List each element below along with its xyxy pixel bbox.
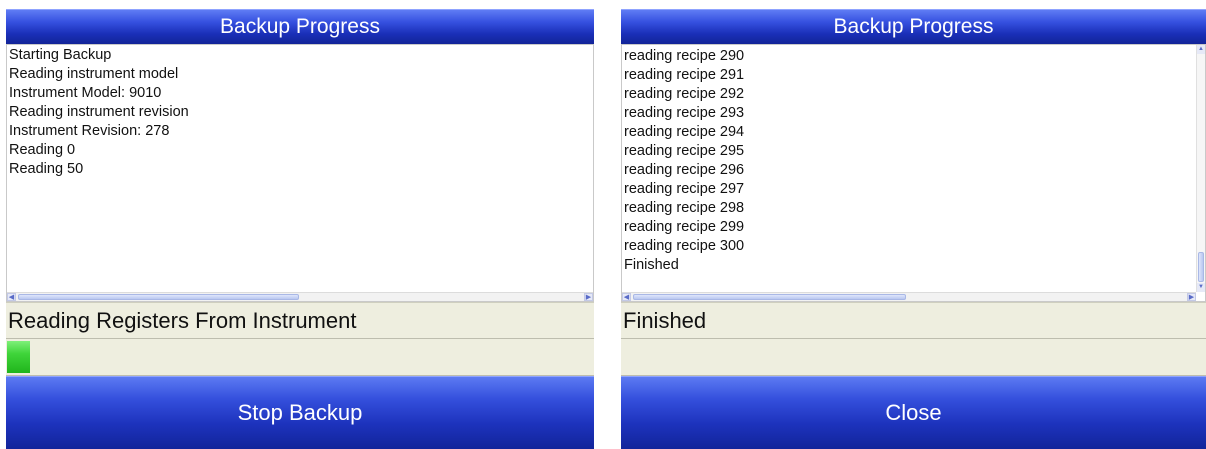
stop-backup-button[interactable]: Stop Backup: [6, 376, 594, 449]
log-line: Reading instrument revision: [9, 104, 189, 120]
log-lines: Starting Backup Reading instrument model…: [9, 46, 189, 179]
horizontal-scroll-thumb[interactable]: [633, 294, 906, 300]
log-line: Reading 0: [9, 142, 76, 158]
log-line: Finished: [624, 257, 679, 273]
log-lines: reading recipe 290 reading recipe 291 re…: [624, 47, 744, 275]
log-line: Instrument Revision: 278: [9, 123, 170, 139]
scroll-right-arrow-icon[interactable]: ▶: [584, 293, 593, 301]
log-line: reading recipe 292: [624, 86, 745, 102]
log-line: reading recipe 290: [624, 48, 745, 64]
scroll-down-arrow-icon[interactable]: ▼: [1197, 283, 1205, 292]
log-line: Reading instrument model: [9, 66, 179, 82]
log-box[interactable]: reading recipe 290 reading recipe 291 re…: [621, 44, 1206, 302]
log-line: reading recipe 298: [624, 200, 745, 216]
progress-bar: [6, 339, 594, 376]
panel-title: Backup Progress: [621, 9, 1206, 44]
log-line: reading recipe 293: [624, 105, 745, 121]
close-button[interactable]: Close: [621, 376, 1206, 449]
vertical-scroll-thumb[interactable]: [1198, 252, 1204, 282]
log-line: Reading 50: [9, 161, 84, 177]
log-line: reading recipe 294: [624, 124, 745, 140]
log-line: reading recipe 297: [624, 181, 745, 197]
scroll-left-arrow-icon[interactable]: ◀: [7, 293, 16, 301]
backup-progress-panel-right: Backup Progress reading recipe 290 readi…: [621, 0, 1206, 449]
log-line: reading recipe 300: [624, 238, 745, 254]
log-line: Instrument Model: 9010: [9, 85, 162, 101]
horizontal-scrollbar[interactable]: ◀ ▶: [622, 292, 1196, 301]
scroll-up-arrow-icon[interactable]: ▲: [1197, 45, 1205, 54]
scroll-right-arrow-icon[interactable]: ▶: [1187, 293, 1196, 301]
progress-bar-fill: [7, 341, 30, 373]
log-line: reading recipe 295: [624, 143, 745, 159]
log-line: reading recipe 296: [624, 162, 745, 178]
horizontal-scrollbar[interactable]: ◀ ▶: [7, 292, 593, 301]
progress-bar: [621, 339, 1206, 376]
horizontal-scroll-thumb[interactable]: [18, 294, 299, 300]
log-line: Starting Backup: [9, 47, 112, 63]
backup-progress-panel-left: Backup Progress Starting Backup Reading …: [6, 0, 594, 449]
status-text: Reading Registers From Instrument: [6, 302, 594, 339]
status-text: Finished: [621, 302, 1206, 339]
scroll-left-arrow-icon[interactable]: ◀: [622, 293, 631, 301]
panel-title: Backup Progress: [6, 9, 594, 44]
log-line: reading recipe 291: [624, 67, 745, 83]
log-line: reading recipe 299: [624, 219, 745, 235]
vertical-scrollbar[interactable]: ▲ ▼: [1196, 45, 1205, 292]
log-box[interactable]: Starting Backup Reading instrument model…: [6, 44, 594, 302]
